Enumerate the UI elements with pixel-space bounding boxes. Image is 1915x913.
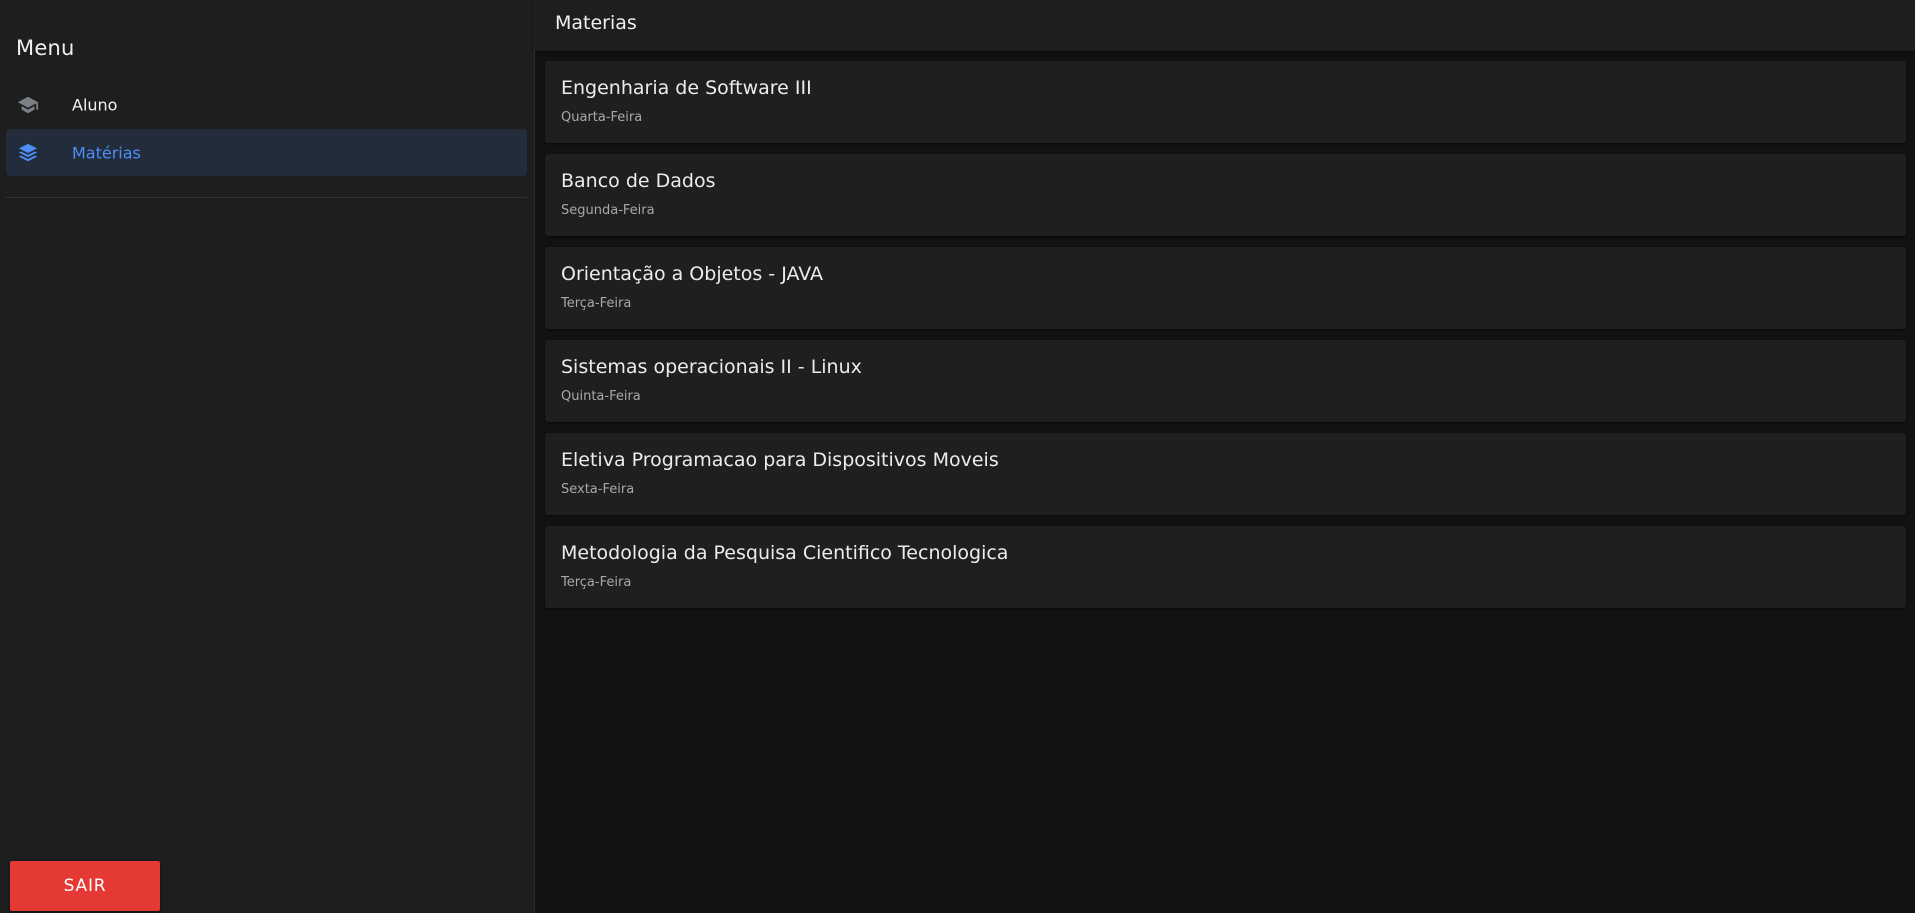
subject-name: Engenharia de Software III [561, 77, 812, 99]
sidebar-divider [6, 197, 527, 198]
page-title: Materias [555, 12, 637, 34]
subject-name: Orientação a Objetos - JAVA [561, 263, 824, 285]
subject-name: Eletiva Programacao para Dispositivos Mo… [561, 449, 999, 471]
sidebar-item-label: Matérias [72, 143, 141, 162]
subject-name: Metodologia da Pesquisa Cientifico Tecno… [561, 542, 1009, 564]
sidebar-title: Menu [16, 36, 75, 60]
subject-card[interactable]: Orientação a Objetos - JAVA Terça-Feira [545, 247, 1906, 329]
subject-list: Engenharia de Software III Quarta-Feira … [545, 61, 1906, 619]
subject-card[interactable]: Sistemas operacionais II - Linux Quinta-… [545, 340, 1906, 422]
subject-day: Quarta-Feira [561, 110, 643, 125]
subject-day: Terça-Feira [561, 296, 632, 311]
main-content: Materias Engenharia de Software III Quar… [535, 0, 1915, 913]
subject-day: Segunda-Feira [561, 203, 655, 218]
subject-day: Quinta-Feira [561, 389, 641, 404]
sidebar-item-label: Aluno [72, 95, 118, 114]
sidebar-item-aluno[interactable]: Aluno [6, 81, 527, 128]
subject-card[interactable]: Banco de Dados Segunda-Feira [545, 154, 1906, 236]
subject-name: Sistemas operacionais II - Linux [561, 356, 862, 378]
graduation-cap-icon [16, 93, 40, 117]
sidebar: Menu Aluno Matérias SAIR [0, 0, 535, 913]
app-root: Menu Aluno Matérias SAIR Materias Engenh… [0, 0, 1915, 913]
top-bar: Materias [535, 0, 1915, 51]
subject-day: Terça-Feira [561, 575, 632, 590]
subject-card[interactable]: Eletiva Programacao para Dispositivos Mo… [545, 433, 1906, 515]
sidebar-nav: Aluno Matérias [6, 81, 527, 177]
subject-day: Sexta-Feira [561, 482, 635, 497]
subject-card[interactable]: Metodologia da Pesquisa Cientifico Tecno… [545, 526, 1906, 608]
layers-icon [16, 141, 40, 165]
subject-card[interactable]: Engenharia de Software III Quarta-Feira [545, 61, 1906, 143]
sidebar-item-materias[interactable]: Matérias [6, 129, 527, 176]
logout-button[interactable]: SAIR [10, 861, 160, 911]
subject-name: Banco de Dados [561, 170, 716, 192]
